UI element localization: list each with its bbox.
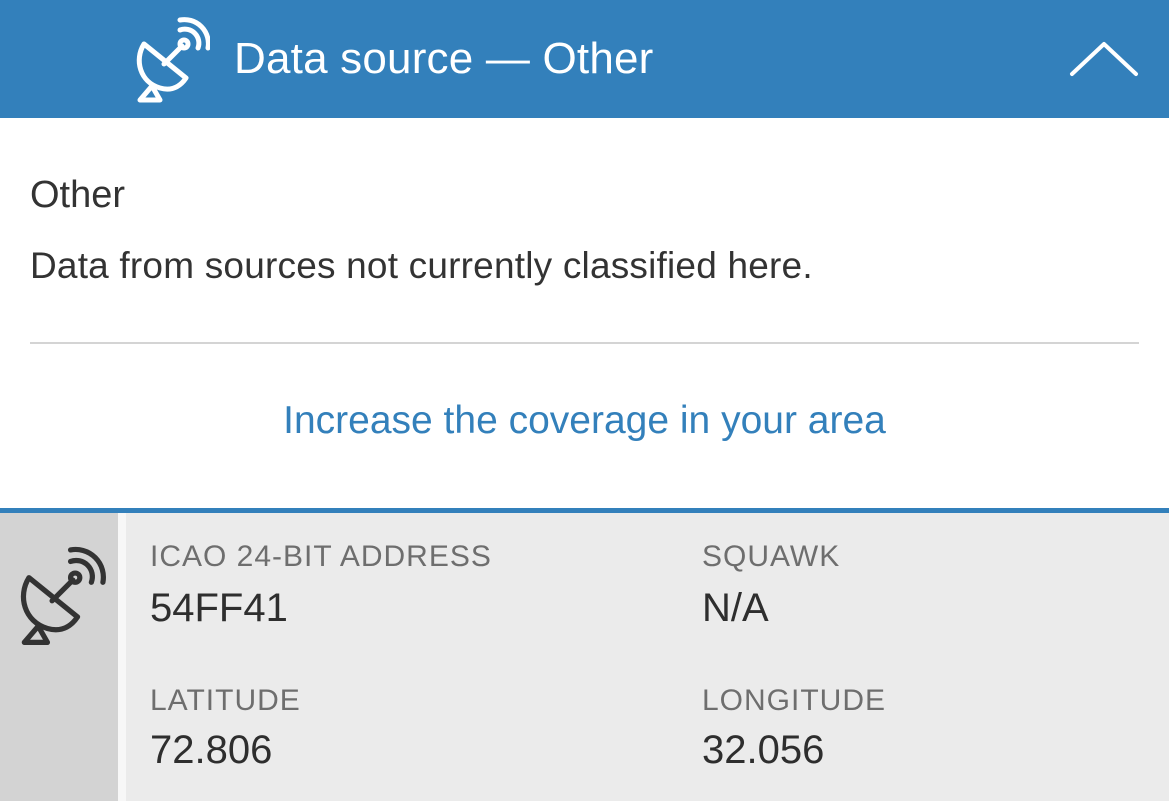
latitude-value: 72.806 bbox=[150, 728, 273, 772]
source-name: Other bbox=[30, 174, 126, 216]
divider bbox=[30, 342, 1139, 344]
longitude-value: 32.056 bbox=[702, 728, 825, 772]
longitude-label: LONGITUDE bbox=[702, 684, 887, 717]
aircraft-info-section: ICAO 24-BIT ADDRESS 54FF41 SQUAWK N/A LA… bbox=[0, 508, 1169, 801]
data-source-header[interactable]: Data source — Other bbox=[0, 0, 1169, 118]
squawk-value: N/A bbox=[702, 586, 769, 630]
satellite-dish-icon bbox=[20, 546, 106, 645]
icao-address-label: ICAO 24-BIT ADDRESS bbox=[150, 540, 492, 573]
chevron-up-icon[interactable] bbox=[1062, 30, 1146, 90]
increase-coverage-link[interactable]: Increase the coverage in your area bbox=[0, 398, 1169, 444]
info-column-separator bbox=[118, 513, 126, 801]
header-title: Data source — Other bbox=[234, 34, 654, 83]
source-description: Data from sources not currently classifi… bbox=[30, 245, 813, 286]
satellite-dish-icon bbox=[136, 17, 210, 103]
data-source-panel: Other Data from sources not currently cl… bbox=[0, 118, 1169, 508]
latitude-label: LATITUDE bbox=[150, 684, 301, 717]
icao-address-value: 54FF41 bbox=[150, 586, 288, 630]
info-icon-column bbox=[0, 513, 118, 801]
squawk-label: SQUAWK bbox=[702, 540, 841, 573]
